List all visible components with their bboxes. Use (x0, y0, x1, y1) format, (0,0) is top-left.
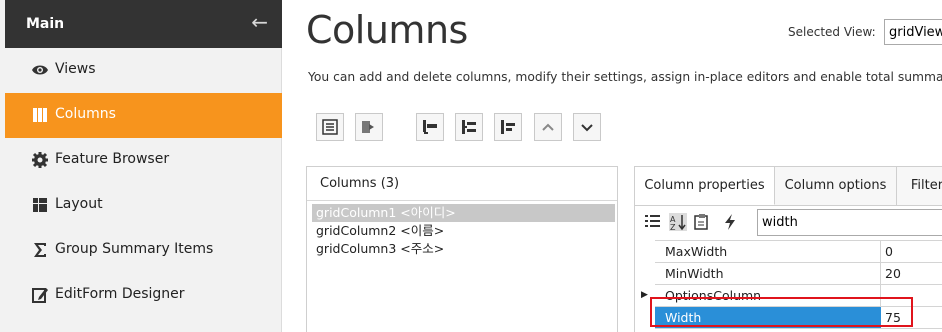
insert-column-button[interactable] (455, 113, 483, 141)
highlight-box (650, 297, 913, 327)
sidebar-item-label: EditForm Designer (55, 286, 185, 302)
collapse-arrow-icon[interactable]: ← (251, 12, 268, 32)
remove-column-icon (501, 120, 515, 134)
selected-view-label: Selected View: (788, 25, 876, 39)
tab-filter[interactable]: Filter (897, 167, 942, 205)
property-name: MinWidth (665, 266, 724, 281)
move-up-button[interactable] (534, 113, 562, 141)
tab-column-options[interactable]: Column options (775, 167, 897, 205)
list-view-icon (322, 119, 338, 135)
description-text: You can add and delete columns, modify t… (308, 70, 942, 84)
sidebar-item-label: Feature Browser (55, 151, 170, 167)
remove-column-button[interactable] (494, 113, 522, 141)
sidebar: Main ← Views Columns Feature Browser Lay… (0, 0, 282, 332)
sidebar-item-views[interactable]: Views (5, 48, 282, 93)
chevron-down-icon (581, 124, 593, 132)
expand-arrow-icon[interactable]: ▶ (641, 290, 648, 300)
property-row-maxwidth[interactable]: MaxWidth 0 (655, 241, 942, 263)
chevron-up-icon (542, 123, 554, 131)
add-column-icon (423, 120, 437, 134)
sidebar-item-label: Layout (55, 196, 103, 212)
sidebar-item-label: Group Summary Items (55, 241, 214, 257)
sidebar-item-layout[interactable]: Layout (5, 183, 282, 228)
import-icon (362, 121, 374, 133)
selected-view-dropdown[interactable]: gridView (884, 19, 942, 45)
svg-text:Z: Z (670, 223, 676, 231)
gear-icon (32, 152, 48, 168)
tab-column-properties[interactable]: Column properties (635, 167, 775, 205)
property-row-minwidth[interactable]: MinWidth 20 (655, 263, 942, 285)
sidebar-item-columns[interactable]: Columns (5, 93, 282, 138)
move-down-button[interactable] (573, 113, 601, 141)
columns-panel: Columns (3) gridColumn1 <아이디> gridColumn… (306, 166, 618, 332)
property-pages-icon[interactable] (693, 213, 711, 231)
property-value[interactable]: 0 (885, 244, 893, 259)
property-value[interactable]: 20 (885, 266, 901, 281)
eye-icon (32, 65, 48, 75)
sidebar-item-group-summary-items[interactable]: Group Summary Items (5, 228, 282, 273)
grid-separator (880, 241, 881, 262)
property-name: MaxWidth (665, 244, 728, 259)
list-item[interactable]: gridColumn1 <아이디> (312, 204, 615, 222)
columns-panel-title: Columns (3) (307, 167, 617, 201)
layout-icon (33, 198, 47, 212)
sidebar-header: Main ← (5, 0, 282, 48)
sidebar-item-feature-browser[interactable]: Feature Browser (5, 138, 282, 183)
show-list-button[interactable] (316, 113, 344, 141)
tab-divider (635, 205, 942, 206)
sidebar-item-label: Columns (55, 106, 116, 122)
property-search-input[interactable]: width (757, 209, 942, 236)
grid-separator (880, 263, 881, 284)
sidebar-item-label: Views (55, 61, 96, 77)
sidebar-item-editform-designer[interactable]: EditForm Designer (5, 273, 282, 318)
sigma-icon (34, 243, 46, 257)
columns-icon (33, 108, 47, 122)
insert-column-icon (462, 120, 476, 134)
sidebar-title: Main (26, 16, 65, 32)
edit-icon (32, 288, 48, 303)
list-item[interactable]: gridColumn2 <이름> (312, 222, 615, 240)
add-column-button[interactable] (416, 113, 444, 141)
sort-az-icon[interactable]: AZ (669, 213, 687, 231)
page-title: Columns (306, 8, 468, 52)
categorized-icon[interactable] (644, 213, 662, 231)
retrieve-fields-button[interactable] (355, 113, 383, 141)
list-item[interactable]: gridColumn3 <주소> (312, 240, 615, 258)
main-content: Columns Selected View: gridView You can … (282, 0, 942, 332)
events-lightning-icon[interactable] (721, 213, 739, 231)
